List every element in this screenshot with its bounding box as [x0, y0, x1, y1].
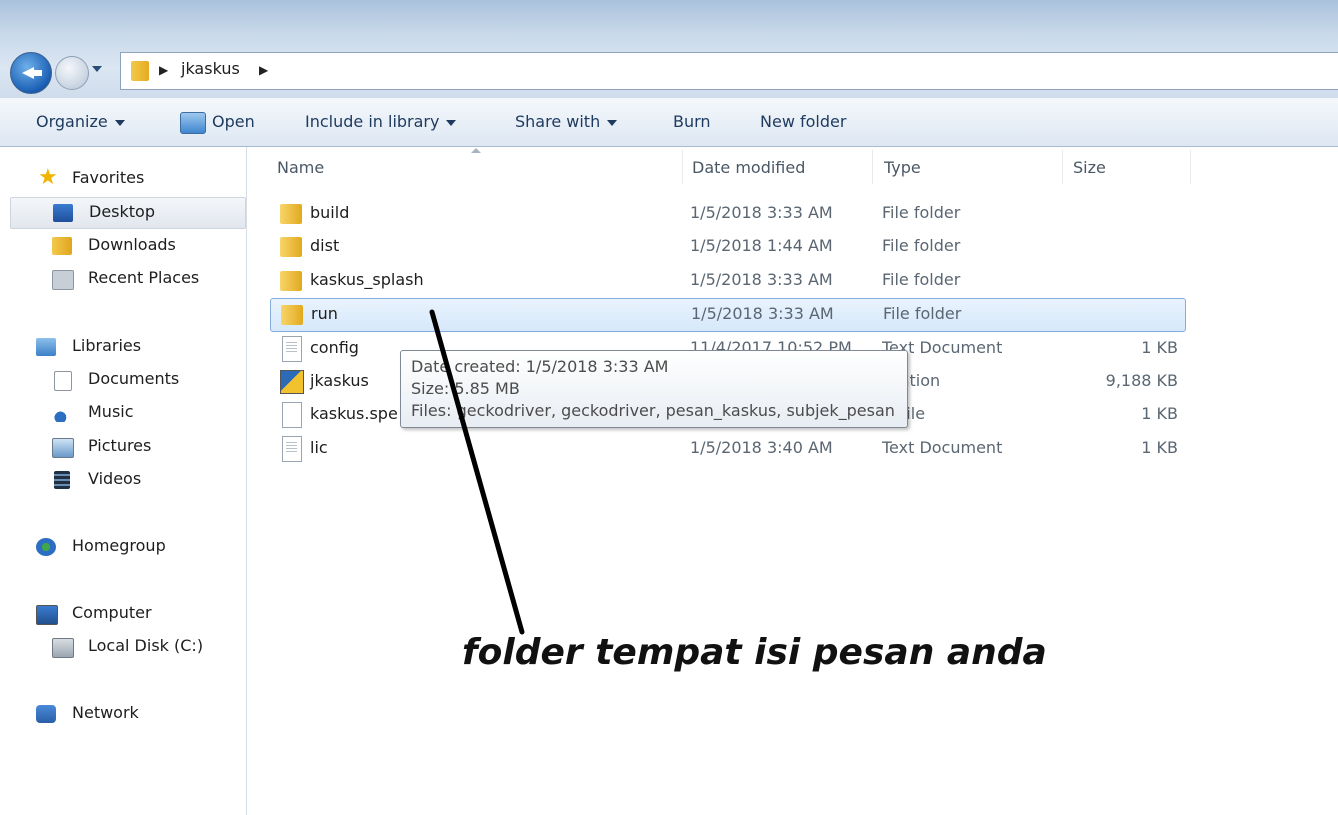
annotation-text: folder tempat isi pesan anda	[462, 632, 1047, 673]
annotation-arrow	[429, 309, 525, 635]
